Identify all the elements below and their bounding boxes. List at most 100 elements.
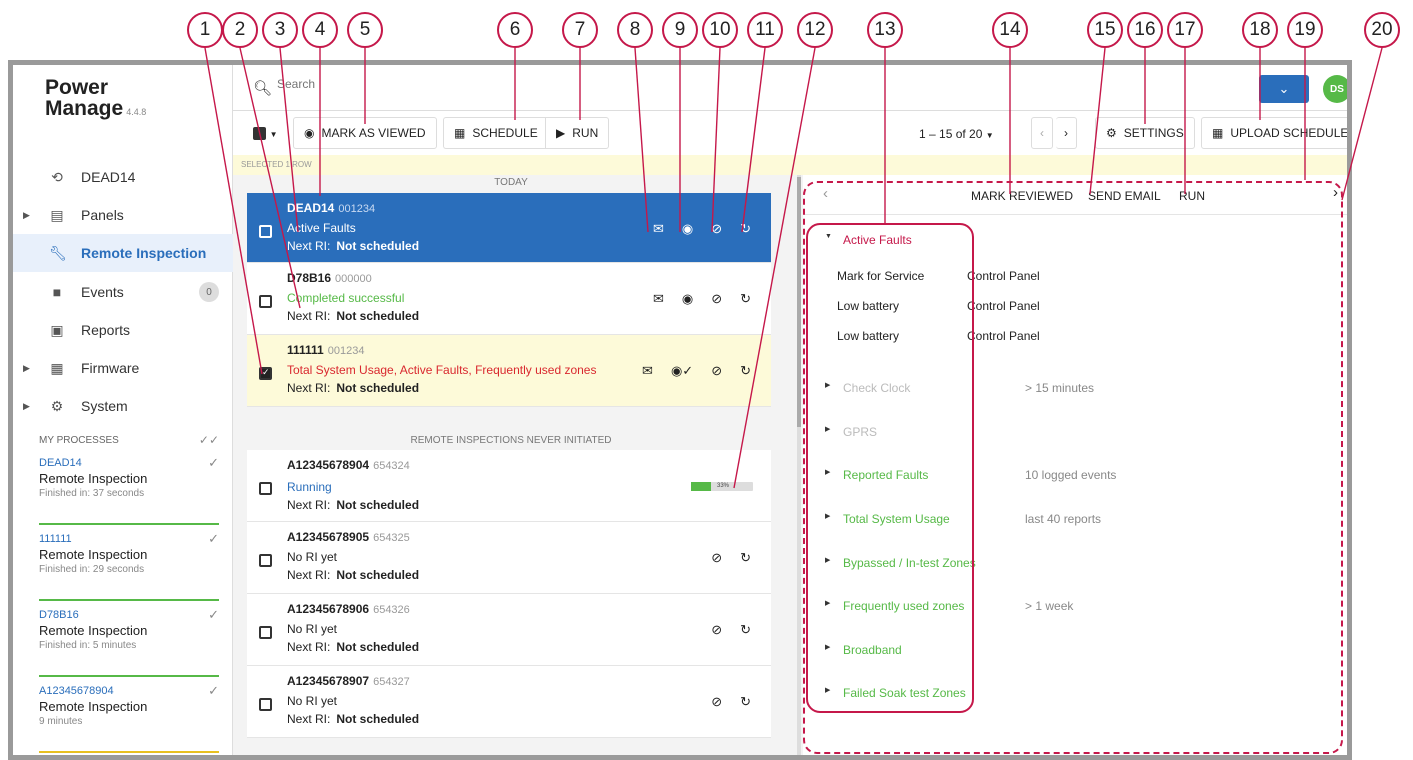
next-ri-value: Not scheduled [336,498,420,512]
list-scrollbar-thumb[interactable] [797,177,801,427]
row-actions: ✉ ◉✓ ⊘ ↻ [642,363,751,379]
callout-17: 17 [1167,12,1203,48]
cancel-schedule-icon[interactable]: ⊘ [711,694,722,710]
prev-page-button[interactable]: ‹ [1031,117,1053,149]
panel-id-text: A12345678905 [287,530,370,544]
events-count-badge: 0 [199,282,219,302]
email-icon[interactable]: ✉ [642,363,653,379]
process-id: DEAD14 [39,457,82,469]
next-ri-value: Not scheduled [336,640,420,654]
eye-icon[interactable]: ◉ [682,291,693,307]
email-icon[interactable]: ✉ [653,291,664,307]
panel-id: D78B16 000000 [287,271,372,285]
panel-id-text: 111111 [287,343,324,357]
sidebar-item-events[interactable]: ■ Events 0 [13,273,233,311]
table-row[interactable]: A12345678906 654326 No RI yet Next RI: Not… [247,594,771,666]
cancel-schedule-icon[interactable]: ⊘ [711,550,722,566]
table-row[interactable]: A12345678905 654325 No RI yet Next RI: Not… [247,522,771,594]
sidebar-item-panels[interactable]: ▶ ▤ Panels [13,196,233,234]
process-item[interactable]: 111111 Remote Inspection Finished in: 29… [39,529,219,601]
rerun-icon[interactable]: ↻ [740,291,751,307]
process-status: Finished in: 37 seconds [39,488,145,499]
process-item[interactable]: D78B16 Remote Inspection Finished in: 5 … [39,605,219,677]
table-row[interactable]: 111111001234 Total System Usage, Active … [247,335,771,407]
collapsed-caret-icon: ▶ [825,382,831,389]
sidebar-item-remote-inspection[interactable]: 🔧︎ Remote Inspection [13,234,233,272]
sidebar-item-reports[interactable]: ▣ Reports [13,311,233,349]
schedule-button[interactable]: ▦ SCHEDULE [443,117,548,149]
process-item[interactable]: A12345678904 Remote Inspection 9 minutes… [39,681,219,753]
cancel-schedule-icon[interactable]: ⊘ [711,363,722,379]
check-icon: ✓ [208,683,219,698]
row-checkbox[interactable] [259,482,272,495]
row-actions: ⊘ ↻ [711,694,751,710]
email-icon[interactable]: ✉ [653,221,664,237]
app-version: 4.4.8 [126,107,147,117]
callout-3: 3 [262,12,298,48]
run-button[interactable]: ▶ RUN [545,117,610,149]
cancel-schedule-icon[interactable]: ⊘ [711,291,722,307]
cancel-schedule-icon[interactable]: ⊘ [711,622,722,638]
table-row[interactable]: D78B16 000000 Completed successful Next R… [247,263,771,335]
gear-icon: ⚙ [50,397,64,414]
select-all-dropdown[interactable]: ▼ [253,125,279,143]
next-ri-value: Not scheduled [336,239,420,253]
table-row[interactable]: DEAD14 001234 Active Faults Next RI: Not s… [247,193,771,263]
sidebar-item-label: Remote Inspection [81,245,207,261]
callout-18: 18 [1242,12,1278,48]
sidebar-item-firmware[interactable]: ▶ ▦ Firmware [13,349,233,387]
cancel-schedule-icon[interactable]: ⊘ [711,221,722,237]
fault-name: Low battery [837,329,900,343]
callout-bar: 1 2 3 4 5 6 7 8 9 10 11 12 13 14 15 16 1… [0,0,1413,62]
mark-all-done-icon[interactable]: ✓✓ [199,433,219,447]
next-panel-icon[interactable]: › [1333,184,1338,201]
accordion-info: last 40 reports [1025,512,1102,526]
process-title: Remote Inspection [39,699,148,714]
table-row[interactable]: A12345678904 654324 Running Next RI: Not s… [247,450,771,522]
clipboard-icon: ▣ [50,321,64,338]
rerun-icon[interactable]: ↻ [740,550,751,566]
row-checkbox[interactable] [259,367,272,380]
prev-panel-icon[interactable]: ‹ [823,185,828,202]
table-row[interactable]: A12345678907 654327 No RI yet Next RI: Not… [247,666,771,738]
pagination-range[interactable]: 1 – 15 of 20 ▼ [919,127,994,141]
row-checkbox[interactable] [259,626,272,639]
eye-icon[interactable]: ◉ [682,221,693,237]
sidebar-item-label: Reports [81,322,131,338]
send-email-button[interactable]: SEND EMAIL [1088,189,1161,203]
accordion-info: > 1 week [1025,599,1074,613]
rerun-icon[interactable]: ↻ [740,694,751,710]
search-input[interactable] [277,77,877,91]
button-label: SCHEDULE [472,126,538,140]
process-id: 111111 [39,533,72,545]
eye-check-icon[interactable]: ◉✓ [671,363,693,379]
row-checkbox[interactable] [259,295,272,308]
sidebar-item-system[interactable]: ▶ ⚙ System [13,387,233,425]
next-ri: Next RI: Not scheduled [287,381,419,395]
sidebar-item-recent[interactable]: ⟲ DEAD14 [13,158,233,196]
next-ri: Next RI: Not scheduled [287,309,419,323]
row-checkbox[interactable] [259,554,272,567]
next-page-button[interactable]: › [1056,117,1077,149]
avatar[interactable]: DS [1323,75,1347,103]
fault-name: Low battery [837,299,900,313]
rerun-icon[interactable]: ↻ [740,221,751,237]
row-checkbox[interactable] [259,225,272,238]
callout-9: 9 [662,12,698,48]
progress-bar: 33% [691,482,753,491]
process-item[interactable]: DEAD14 Remote Inspection Finished in: 37… [39,453,219,525]
upload-schedule-button[interactable]: ▦ UPLOAD SCHEDULE [1201,117,1347,149]
account-dropdown-button[interactable]: ⌄ [1259,75,1309,103]
collapsed-caret-icon: ▶ [825,513,831,520]
mark-reviewed-button[interactable]: MARK REVIEWED [971,189,1073,203]
row-checkbox[interactable] [259,698,272,711]
callout-7: 7 [562,12,598,48]
panel-id-text: D78B16 [287,271,332,285]
app-window: Power Manage 4.4.8 ⟲ DEAD14 ▶ ▤ Panels 🔧︎… [8,60,1352,760]
settings-button[interactable]: ⚙ SETTINGS [1095,117,1195,149]
detail-run-button[interactable]: RUN [1179,189,1205,203]
rerun-icon[interactable]: ↻ [740,363,751,379]
next-ri: Next RI: Not scheduled [287,498,419,512]
mark-as-viewed-button[interactable]: ◉ MARK AS VIEWED [293,117,437,149]
rerun-icon[interactable]: ↻ [740,622,751,638]
